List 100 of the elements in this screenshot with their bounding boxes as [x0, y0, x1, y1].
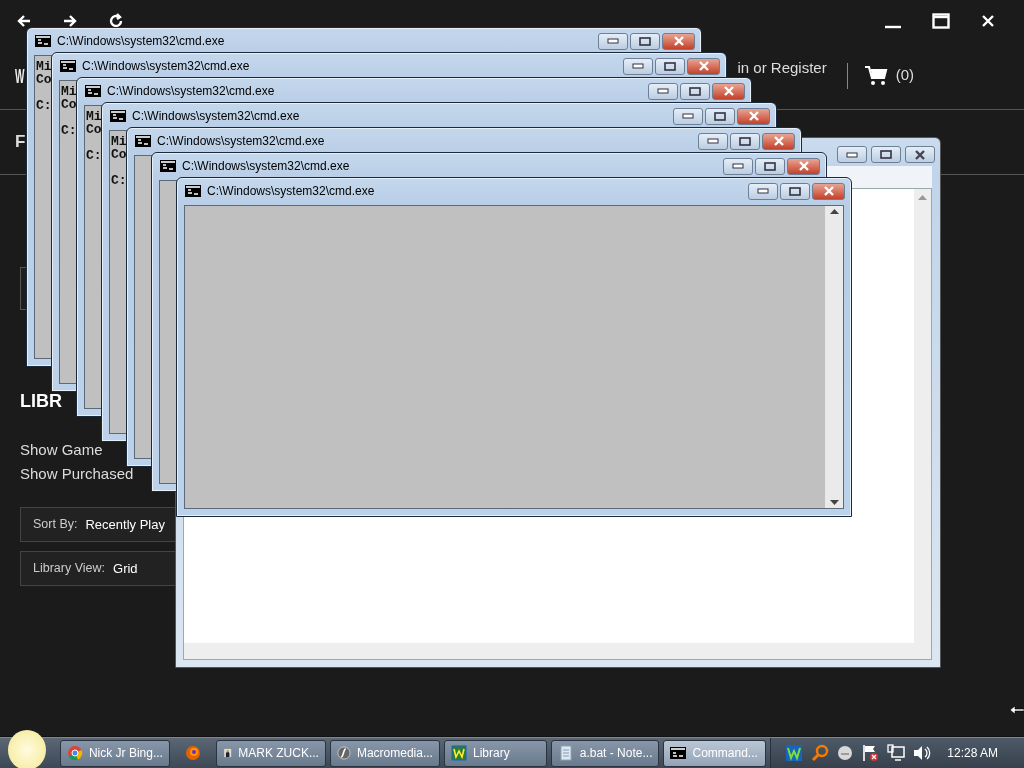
console-text: Co: [36, 73, 52, 86]
minimize-button[interactable]: [837, 146, 867, 163]
close-icon: [672, 36, 685, 46]
horizontal-scrollbar[interactable]: [184, 643, 931, 659]
settings-dropdown[interactable]: Library View: Grid: [20, 550, 175, 586]
minimize-button[interactable]: [648, 82, 678, 100]
vertical-scrollbar[interactable]: [914, 189, 931, 643]
back-icon[interactable]: [16, 13, 32, 29]
setting-label: Library View:: [33, 559, 106, 577]
minimize-button[interactable]: [673, 107, 703, 125]
close-icon: [822, 186, 835, 196]
console-text: Co: [86, 123, 102, 136]
maximize-button[interactable]: [630, 32, 660, 50]
console-text: Co: [111, 148, 127, 161]
console-icon: [670, 745, 687, 761]
console-icon: [135, 135, 151, 147]
settings-dropdown[interactable]: Sort By: Recently Play: [20, 506, 175, 542]
start-button[interactable]: [8, 730, 46, 768]
window-title: C:\Windows\system32\cmd.exe: [182, 158, 350, 175]
sign-in-link[interactable]: in or Register: [737, 60, 827, 75]
clock[interactable]: 12:28 AM: [947, 744, 998, 762]
minimize-button[interactable]: [723, 157, 753, 175]
close-icon: [914, 149, 926, 160]
console-icon: [185, 185, 201, 197]
close-button[interactable]: [787, 157, 820, 175]
console-prompt: C:: [36, 99, 52, 112]
console-text: Co: [61, 98, 77, 111]
notepad-icon: [557, 745, 574, 761]
taskbar-button[interactable]: a.bat - Note...: [550, 739, 660, 767]
refresh-icon[interactable]: [108, 13, 124, 29]
close-button[interactable]: [687, 57, 720, 75]
app-icon[interactable]: [785, 744, 804, 762]
close-icon: [797, 161, 810, 171]
flag-icon[interactable]: [861, 744, 880, 762]
close-button[interactable]: [812, 182, 845, 200]
taskbar-button[interactable]: Macromedia...: [329, 739, 440, 767]
console-prompt: C:: [61, 124, 77, 137]
speaker-icon[interactable]: [913, 745, 932, 761]
close-icon[interactable]: [980, 13, 996, 29]
maximize-button[interactable]: [780, 182, 810, 200]
scroll-up-icon[interactable]: [829, 209, 839, 214]
maximize-icon: [880, 150, 892, 159]
maximize-icon: [764, 161, 776, 171]
minimize-icon: [732, 163, 744, 169]
close-icon: [747, 111, 760, 121]
maximize-button[interactable]: [730, 132, 760, 150]
maximize-button[interactable]: [755, 157, 785, 175]
close-button[interactable]: [762, 132, 795, 150]
vertical-scrollbar[interactable]: [825, 206, 843, 508]
console-text: Mi: [86, 110, 102, 123]
search-field[interactable]: [20, 267, 26, 310]
window-title: C:\Windows\system32\cmd.exe: [82, 58, 250, 75]
window-title: C:\Windows\system32\cmd.exe: [207, 183, 375, 200]
disc-icon: [336, 745, 351, 761]
taskbar-button[interactable]: Library: [443, 739, 547, 767]
taskbar-button[interactable]: Nick Jr Bing...: [59, 739, 170, 767]
minimize-icon: [707, 138, 719, 144]
logo: W: [15, 65, 25, 86]
close-button[interactable]: [737, 107, 770, 125]
maximize-icon[interactable]: [932, 13, 950, 29]
maximize-button[interactable]: [871, 146, 901, 163]
app-icon: [450, 745, 467, 761]
console-text: Mi: [111, 135, 127, 148]
maximize-icon: [639, 36, 651, 46]
section-heading: LIBR: [20, 392, 62, 412]
menu-item[interactable]: F: [15, 129, 26, 155]
option-link[interactable]: Show Game: [20, 441, 103, 459]
console-icon: [160, 160, 176, 172]
minimize-icon: [632, 63, 644, 69]
scroll-down-icon[interactable]: [829, 500, 839, 505]
setting-value: Recently Play: [85, 515, 165, 534]
console-icon: [110, 110, 126, 122]
maximize-button[interactable]: [705, 107, 735, 125]
minimize-button[interactable]: [598, 32, 628, 50]
status-icon[interactable]: [837, 745, 854, 761]
close-icon: [697, 61, 710, 71]
window-title: C:\Windows\system32\cmd.exe: [57, 33, 225, 50]
console-text: Mi: [36, 60, 52, 73]
close-icon: [772, 136, 785, 146]
maximize-button[interactable]: [655, 57, 685, 75]
console-icon: [85, 85, 101, 97]
taskbar-button[interactable]: MARK ZUCK...: [215, 739, 326, 767]
minimize-button[interactable]: [623, 57, 653, 75]
window-title: C:\Windows\system32\cmd.exe: [157, 133, 325, 150]
close-button[interactable]: [662, 32, 695, 50]
minimize-icon: [757, 188, 769, 194]
minimize-button[interactable]: [748, 182, 778, 200]
close-button[interactable]: [712, 82, 745, 100]
minimize-icon: [657, 88, 669, 94]
cart-icon[interactable]: [863, 64, 888, 87]
maximize-button[interactable]: [680, 82, 710, 100]
network-icon[interactable]: [887, 744, 906, 762]
minimize-button[interactable]: [698, 132, 728, 150]
magnifier-icon[interactable]: [811, 744, 830, 762]
forward-icon[interactable]: [62, 13, 78, 29]
close-button[interactable]: [905, 146, 935, 163]
console-icon: [60, 60, 76, 72]
maximize-icon: [689, 86, 701, 96]
option-link[interactable]: Show Purchased: [20, 466, 134, 483]
minimize-icon: [682, 113, 694, 119]
